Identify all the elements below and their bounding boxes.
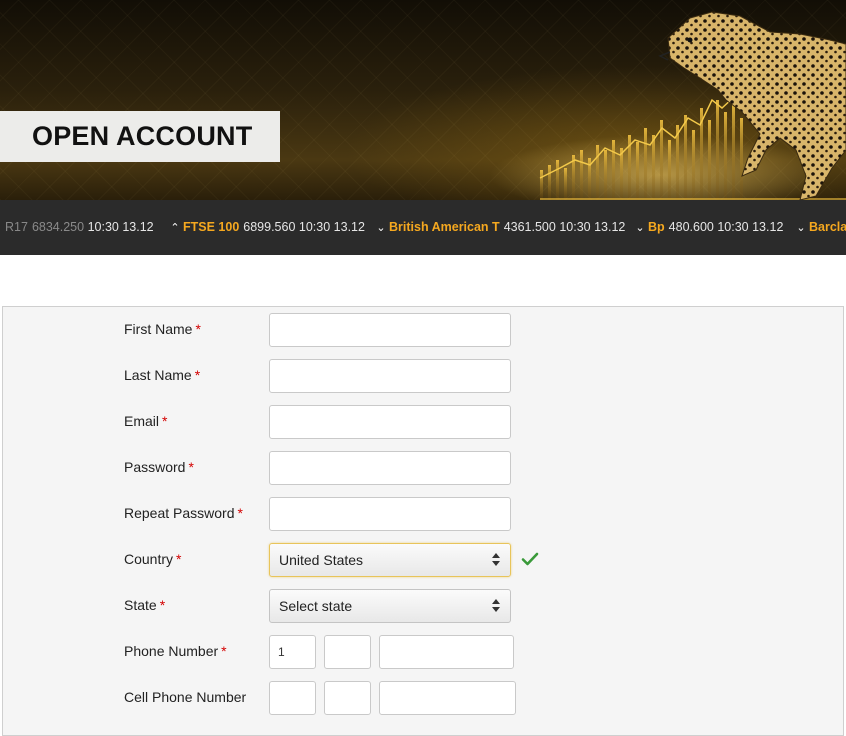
email-label: Email *: [124, 413, 168, 429]
first-name-input[interactable]: [269, 313, 511, 347]
ticker-value: 480.600: [668, 220, 714, 234]
email-input[interactable]: [269, 405, 511, 439]
select-arrows-icon: [492, 598, 500, 614]
chevron-down-icon: ⌄: [635, 221, 645, 234]
cell-phone-row: Cell Phone Number: [3, 681, 843, 715]
ticker-value: 4361.500: [503, 220, 556, 234]
first-name-row: First Name *: [3, 313, 843, 347]
ticker-date: 13.12: [752, 220, 784, 234]
repeat-password-row: Repeat Password *: [3, 497, 843, 531]
email-row: Email *: [3, 405, 843, 439]
state-label: State *: [124, 597, 166, 613]
ticker-item[interactable]: ⌄ Bp 480.600 10:30 13.12: [635, 220, 783, 234]
ticker-date: 13.12: [594, 220, 626, 234]
state-selected-value: Select state: [279, 598, 353, 614]
cell-area-code-input[interactable]: [324, 681, 371, 715]
header-banner: OPEN ACCOUNT: [0, 0, 846, 200]
state-row: State * Select state: [3, 589, 843, 623]
password-input[interactable]: [269, 451, 511, 485]
cheetah-stock-graphic: [490, 11, 846, 200]
ticker-time: 10:30: [298, 220, 331, 234]
ticker-symbol: British American T: [389, 220, 500, 234]
last-name-label: Last Name *: [124, 367, 201, 383]
ticker-value: 6834.250: [31, 220, 85, 234]
country-label: Country *: [124, 551, 182, 567]
phone-number-input[interactable]: [379, 635, 514, 669]
ticker-item[interactable]: R17 6834.250 10:30 13.12: [5, 220, 154, 234]
required-marker: *: [188, 459, 194, 475]
state-select[interactable]: Select state: [269, 589, 511, 623]
ticker-symbol: Bp: [648, 220, 665, 234]
phone-row: Phone Number *: [3, 635, 843, 669]
required-marker: *: [194, 367, 201, 383]
ticker-item[interactable]: ⌄ Barcla: [796, 220, 846, 234]
ticker-time: 10:30: [87, 220, 119, 234]
phone-area-code-input[interactable]: [324, 635, 371, 669]
cell-country-code-input[interactable]: [269, 681, 316, 715]
repeat-password-input[interactable]: [269, 497, 511, 531]
chevron-down-icon: ⌄: [796, 221, 806, 234]
required-marker: *: [159, 597, 166, 613]
required-marker: *: [176, 551, 182, 567]
ticker-symbol: R17: [5, 220, 28, 234]
password-label: Password *: [124, 459, 194, 475]
ticker-value: 6899.560: [243, 220, 296, 234]
password-row: Password *: [3, 451, 843, 485]
country-row: Country * United States: [3, 543, 843, 577]
ticker-date: 13.12: [122, 220, 154, 234]
phone-label: Phone Number *: [124, 643, 227, 659]
checkmark-icon: [521, 552, 539, 566]
registration-form: First Name * Last Name * Email * Password * …: [2, 306, 844, 736]
ticker-item[interactable]: ⌃ FTSE 100 6899.560 10:30 13.12: [170, 220, 365, 234]
repeat-password-label: Repeat Password *: [124, 505, 243, 521]
phone-country-code-input[interactable]: [269, 635, 316, 669]
select-arrows-icon: [492, 552, 500, 568]
ticker-time: 10:30: [559, 220, 591, 234]
chevron-up-icon: ⌃: [170, 221, 180, 234]
page-title-box: OPEN ACCOUNT: [0, 111, 280, 162]
country-select[interactable]: United States: [269, 543, 511, 577]
page-title: OPEN ACCOUNT: [32, 121, 253, 151]
country-selected-value: United States: [279, 552, 364, 568]
ticker-date: 13.12: [333, 220, 365, 234]
cell-number-input[interactable]: [379, 681, 516, 715]
stock-ticker: R17 6834.250 10:30 13.12 ⌃ FTSE 100 6899…: [0, 200, 846, 255]
required-marker: *: [221, 643, 227, 659]
required-marker: *: [195, 321, 201, 337]
ticker-symbol: Barcla: [809, 220, 846, 234]
ticker-symbol: FTSE 100: [183, 220, 240, 234]
last-name-row: Last Name *: [3, 359, 843, 393]
required-marker: *: [237, 505, 243, 521]
last-name-input[interactable]: [269, 359, 511, 393]
ticker-item[interactable]: ⌄ British American T 4361.500 10:30 13.1…: [376, 220, 625, 234]
ticker-time: 10:30: [717, 220, 749, 234]
first-name-label: First Name *: [124, 321, 201, 337]
required-marker: *: [162, 413, 168, 429]
cell-phone-label: Cell Phone Number: [124, 689, 247, 705]
chevron-down-icon: ⌄: [376, 221, 386, 234]
